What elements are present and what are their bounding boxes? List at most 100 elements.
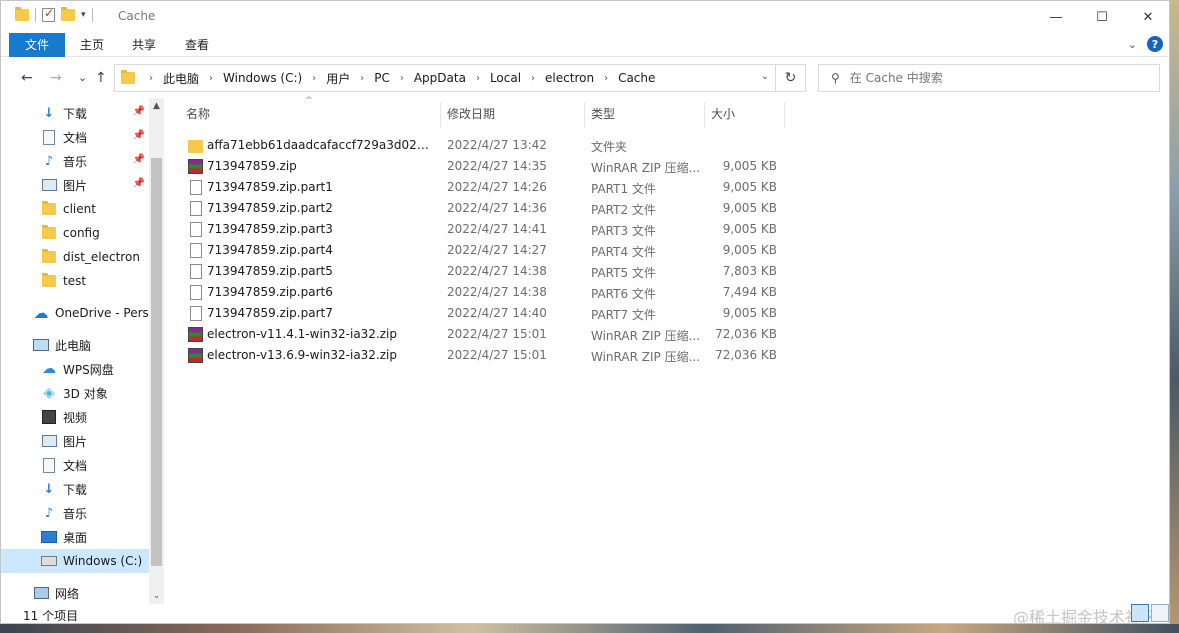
sidebar-item-videos[interactable]: 视频 (1, 405, 149, 429)
ribbon-right-controls: ⌄ ? (1128, 36, 1163, 52)
details-view-icon[interactable] (1131, 604, 1149, 622)
sidebar-item-this-pc[interactable]: 此电脑 (1, 333, 149, 357)
file-row[interactable]: 713947859.zip.part5 2022/4/27 14:38 PART… (175, 261, 785, 282)
chevron-right-icon[interactable]: › (209, 73, 213, 84)
pin-icon[interactable]: 📌 (133, 178, 145, 189)
breadcrumb-appdata[interactable]: AppData (414, 71, 466, 85)
large-icons-view-icon[interactable] (1151, 604, 1169, 622)
folder-icon (41, 225, 57, 241)
chevron-down-icon[interactable]: ⌄ (761, 71, 769, 82)
file-row[interactable]: 713947859.zip.part2 2022/4/27 14:36 PART… (175, 198, 785, 219)
sidebar-item-label: 网络 (55, 586, 80, 601)
maximize-button[interactable]: ☐ (1079, 1, 1125, 33)
3d-objects-icon: ◈ (43, 385, 55, 401)
sidebar-scrollbar[interactable]: ▲ ⌄ (149, 98, 164, 604)
new-folder-icon[interactable] (61, 7, 75, 21)
breadcrumb-windows-c[interactable]: Windows (C:) (223, 71, 302, 85)
pin-icon[interactable]: 📌 (133, 130, 145, 141)
file-row[interactable]: 713947859.zip.part6 2022/4/27 14:38 PART… (175, 282, 785, 303)
sidebar-item-downloads-pc[interactable]: ↓ 下载 (1, 477, 149, 501)
file-row[interactable]: 713947859.zip.part7 2022/4/27 14:40 PART… (175, 303, 785, 324)
breadcrumb-pc[interactable]: PC (374, 71, 390, 85)
sidebar-item-wps[interactable]: ☁ WPS网盘 (1, 357, 149, 381)
breadcrumb-this-pc[interactable]: 此电脑 (163, 70, 199, 87)
sidebar-item-documents-pc[interactable]: 文档 (1, 453, 149, 477)
file-row[interactable]: 713947859.zip.part3 2022/4/27 14:41 PART… (175, 219, 785, 240)
search-input[interactable] (849, 71, 1150, 85)
file-date: 2022/4/27 15:01 (447, 327, 547, 341)
sidebar-item-label: 视频 (63, 410, 88, 425)
minimize-button[interactable]: — (1033, 1, 1079, 33)
back-button[interactable]: ← (21, 70, 33, 86)
sidebar-item-onedrive[interactable]: ☁ OneDrive - Perso (1, 301, 150, 325)
scrollbar-thumb[interactable] (151, 158, 162, 566)
sidebar-item-music-pc[interactable]: ♪ 音乐 (1, 501, 149, 525)
sidebar-item-label: 图片 (63, 434, 88, 449)
sort-ascending-icon: ^ (305, 96, 313, 106)
column-header-date[interactable]: 修改日期 (436, 98, 580, 130)
chevron-right-icon[interactable]: › (531, 73, 535, 84)
sidebar-item-config[interactable]: config (1, 221, 149, 245)
sidebar-item-3d-objects[interactable]: ◈ 3D 对象 (1, 381, 149, 405)
file-type: PART1 文件 (591, 182, 656, 196)
pin-icon[interactable]: 📌 (133, 106, 145, 117)
column-header-size[interactable]: 大小 (700, 98, 780, 130)
sidebar-item-test[interactable]: test (1, 269, 149, 293)
sidebar-item-dist-electron[interactable]: dist_electron (1, 245, 149, 269)
file-row[interactable]: 713947859.zip.part4 2022/4/27 14:27 PART… (175, 240, 785, 261)
sidebar-item-desktop[interactable]: 桌面 (1, 525, 149, 549)
help-icon[interactable]: ? (1147, 36, 1163, 52)
file-row[interactable]: affa71ebb61daadcafaccf729a3d0213... 2022… (175, 135, 785, 156)
tab-share[interactable]: 共享 (121, 33, 167, 57)
breadcrumb-electron[interactable]: electron (545, 71, 594, 85)
tab-view[interactable]: 查看 (174, 33, 220, 57)
sidebar-item-documents[interactable]: 文档 📌 (1, 125, 149, 149)
chevron-right-icon[interactable]: › (604, 73, 608, 84)
properties-icon[interactable] (42, 6, 55, 22)
sidebar-item-network[interactable]: 网络 (1, 581, 149, 605)
chevron-right-icon[interactable]: › (360, 73, 364, 84)
sidebar-item-pictures-pc[interactable]: 图片 (1, 429, 149, 453)
chevron-right-icon[interactable]: › (149, 73, 153, 84)
file-row[interactable]: electron-v13.6.9-win32-ia32.zip 2022/4/2… (175, 345, 785, 366)
customize-toolbar-icon[interactable]: ▾ (81, 10, 86, 20)
tab-home[interactable]: 主页 (69, 33, 115, 57)
recent-locations-button[interactable]: ⌄ (78, 71, 87, 84)
folder-icon (121, 70, 135, 84)
up-button[interactable]: ↑ (95, 70, 107, 86)
close-button[interactable]: ✕ (1125, 1, 1169, 33)
column-divider[interactable] (784, 102, 785, 128)
file-type: WinRAR ZIP 压缩... (591, 329, 701, 343)
file-row[interactable]: electron-v11.4.1-win32-ia32.zip 2022/4/2… (175, 324, 785, 345)
column-header-type[interactable]: 类型 (580, 98, 700, 130)
breadcrumb-cache[interactable]: Cache (618, 71, 655, 85)
sidebar-item-windows-c[interactable]: Windows (C:) (1, 549, 149, 573)
search-box[interactable]: ⚲ (818, 64, 1160, 92)
forward-button[interactable]: → (50, 70, 62, 86)
sidebar-item-downloads[interactable]: ↓ 下载 📌 (1, 101, 149, 125)
expand-ribbon-icon[interactable]: ⌄ (1128, 38, 1137, 51)
sidebar-item-client[interactable]: client (1, 197, 149, 221)
scroll-down-icon[interactable]: ⌄ (149, 588, 164, 604)
sidebar-item-pictures[interactable]: 图片 📌 (1, 173, 149, 197)
network-icon (33, 585, 49, 601)
scroll-up-icon[interactable]: ▲ (149, 98, 164, 114)
address-bar[interactable]: › 此电脑 › Windows (C:) › 用户 › PC › AppData… (114, 64, 806, 92)
breadcrumb-local[interactable]: Local (490, 71, 521, 85)
file-row[interactable]: 713947859.zip.part1 2022/4/27 14:26 PART… (175, 177, 785, 198)
explorer-window: ▾ Cache — ☐ ✕ 文件 主页 共享 查看 ⌄ ? ← → ⌄ ↑ › … (0, 0, 1170, 624)
sidebar-item-music[interactable]: ♪ 音乐 📌 (1, 149, 149, 173)
desktop-wallpaper-edge (1170, 0, 1179, 633)
file-row[interactable]: 713947859.zip 2022/4/27 14:35 WinRAR ZIP… (175, 156, 785, 177)
chevron-right-icon[interactable]: › (476, 73, 480, 84)
refresh-button[interactable]: ↻ (775, 65, 805, 91)
tab-file[interactable]: 文件 (9, 33, 65, 57)
pin-icon[interactable]: 📌 (133, 154, 145, 165)
file-size: 7,803 KB (722, 264, 777, 278)
file-size: 9,005 KB (722, 243, 777, 257)
chevron-right-icon[interactable]: › (400, 73, 404, 84)
chevron-right-icon[interactable]: › (312, 73, 316, 84)
file-date: 2022/4/27 14:40 (447, 306, 547, 320)
folder-icon (41, 201, 57, 217)
breadcrumb-users[interactable]: 用户 (326, 70, 350, 87)
